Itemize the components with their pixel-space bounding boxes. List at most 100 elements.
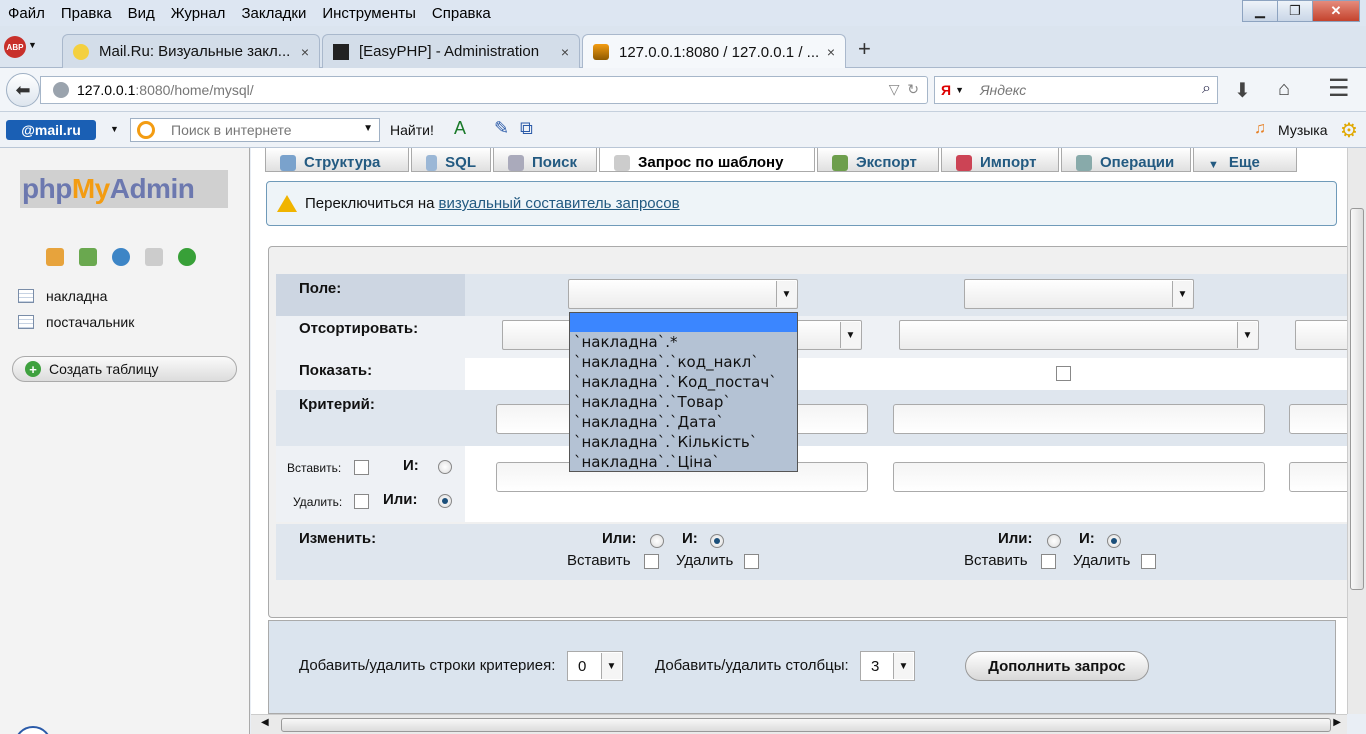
tab-import[interactable]: Импорт <box>941 148 1059 172</box>
help-icon[interactable] <box>112 248 130 266</box>
menu-history[interactable]: Журнал <box>163 5 234 22</box>
download-icon[interactable]: ⬇ <box>1234 78 1251 103</box>
menu-file[interactable]: Файл <box>0 5 53 22</box>
and-radio-col1[interactable] <box>710 534 724 548</box>
scroll-left-icon[interactable]: ◀ <box>261 717 269 728</box>
and-radio[interactable] <box>438 460 452 474</box>
insert-checkbox-col2[interactable] <box>1041 554 1056 569</box>
menu-view[interactable]: Вид <box>120 5 163 22</box>
chevron-down-icon[interactable]: ▼ <box>955 85 964 95</box>
warning-icon <box>277 195 297 212</box>
menu-edit[interactable]: Правка <box>53 5 120 22</box>
insert-checkbox-col1[interactable] <box>644 554 659 569</box>
music-link[interactable]: Музыка <box>1278 122 1328 138</box>
chevron-down-icon[interactable]: ▼ <box>363 123 373 134</box>
phpmyadmin-logo[interactable]: php My Admin <box>20 170 228 208</box>
console-icon[interactable] <box>14 726 52 734</box>
scrollbar-thumb[interactable] <box>1350 208 1364 590</box>
logo-admin: Admin <box>109 173 195 204</box>
tab-more[interactable]: ▼ Еще <box>1193 148 1297 172</box>
field-dropdown-list[interactable]: `накладна`.* `накладна`.`код_накл` `накл… <box>569 312 798 472</box>
tab-search[interactable]: Поиск <box>493 148 597 172</box>
dropdown-option[interactable]: `накладна`.`Код_постач` <box>570 372 797 392</box>
dropdown-option[interactable]: `накладна`.* <box>570 332 797 352</box>
update-query-button[interactable]: Дополнить запрос <box>965 651 1149 681</box>
close-icon[interactable]: × <box>301 44 309 60</box>
logout-icon[interactable] <box>79 248 97 266</box>
delete-checkbox[interactable] <box>354 494 369 509</box>
rows-label: Добавить/удалить строки критериея: <box>299 657 556 674</box>
dropdown-option[interactable]: `накладна`.`Ціна` <box>570 452 797 472</box>
search-icon[interactable]: ⌕ <box>1202 80 1211 98</box>
tab-structure[interactable]: Структура <box>265 148 409 172</box>
table-item-postachalnyk[interactable]: постачальник <box>18 314 134 330</box>
create-table-label: Создать таблицу <box>49 361 159 377</box>
delete-checkbox-col1[interactable] <box>744 554 759 569</box>
rows-select[interactable]: 0 ▼ <box>567 651 623 681</box>
or-radio-col2[interactable] <box>1047 534 1061 548</box>
dropdown-option[interactable]: `накладна`.`Товар` <box>570 392 797 412</box>
criteria-extra-input-2[interactable] <box>893 462 1265 492</box>
home-icon[interactable] <box>46 248 64 266</box>
tab-phpmyadmin[interactable]: 127.0.0.1:8080 / 127.0.0.1 / ... × <box>582 34 846 69</box>
gear-icon[interactable]: ⚙ <box>1340 118 1358 143</box>
web-search-input[interactable]: Поиск в интернете ▼ <box>130 118 380 142</box>
close-icon[interactable]: × <box>561 44 569 60</box>
dropdown-option[interactable]: `накладна`.`Дата` <box>570 412 797 432</box>
tab-easyphp[interactable]: [EasyPHP] - Administration × <box>322 34 580 68</box>
create-table-button[interactable]: + Создать таблицу <box>12 356 237 382</box>
minimize-icon[interactable]: ▁ <box>1242 0 1278 22</box>
sort-select-2[interactable]: ▼ <box>899 320 1259 350</box>
horizontal-scrollbar[interactable]: ◀ ▶ <box>251 714 1347 734</box>
columns-select[interactable]: 3 ▼ <box>860 651 915 681</box>
search-box[interactable]: Я ▼ Яндекс ⌕ <box>934 76 1218 104</box>
adblock-icon[interactable]: ABP <box>4 36 26 58</box>
tab-sql[interactable]: SQL <box>411 148 491 172</box>
find-button[interactable]: Найти! <box>390 122 434 138</box>
tab-mailru[interactable]: Mail.Ru: Визуальные закл... × <box>62 34 320 68</box>
chevron-down-icon[interactable]: ▼ <box>28 40 37 50</box>
close-window-icon[interactable]: ✕ <box>1312 0 1360 22</box>
scrollbar-thumb[interactable] <box>281 718 1331 732</box>
dropdown-option[interactable]: `накладна`.`Кількість` <box>570 432 797 452</box>
criteria-input-2[interactable] <box>893 404 1265 434</box>
mailru-logo[interactable]: @mail.ru <box>6 120 96 140</box>
tab-export[interactable]: Экспорт <box>817 148 939 172</box>
or-radio-col1[interactable] <box>650 534 664 548</box>
criteria-input-3[interactable] <box>1289 404 1347 434</box>
back-button[interactable]: ⬅ <box>6 73 40 107</box>
visual-builder-link[interactable]: визуальный составитель запросов <box>439 195 680 212</box>
dropdown-option[interactable]: `накладна`.`код_накл` <box>570 352 797 372</box>
scroll-right-icon[interactable]: ▶ <box>1333 717 1341 728</box>
criteria-extra-input-3[interactable] <box>1289 462 1347 492</box>
reload-icon[interactable] <box>178 248 196 266</box>
or-radio[interactable] <box>438 494 452 508</box>
chevron-down-icon[interactable]: ▼ <box>110 124 119 134</box>
field-select-1[interactable]: ▼ <box>568 279 798 309</box>
sort-select-3[interactable] <box>1295 320 1347 350</box>
menu-tools[interactable]: Инструменты <box>314 5 424 22</box>
table-item-nakladna[interactable]: накладна <box>18 288 107 304</box>
font-size-icon[interactable]: A <box>454 118 466 139</box>
delete-checkbox-col2[interactable] <box>1141 554 1156 569</box>
highlighter-icon[interactable]: ✎ <box>494 118 509 139</box>
reload-icon[interactable]: ▽ ↻ <box>889 81 919 98</box>
vertical-scrollbar[interactable] <box>1347 148 1366 714</box>
documentation-icon[interactable] <box>145 248 163 266</box>
insert-checkbox[interactable] <box>354 460 369 475</box>
close-icon[interactable]: × <box>827 44 835 60</box>
home-icon[interactable]: ⌂ <box>1278 78 1290 101</box>
dropdown-option-empty[interactable] <box>570 313 797 332</box>
show-checkbox-2[interactable] <box>1056 366 1071 381</box>
screenshot-icon[interactable]: ⧉ <box>520 118 533 139</box>
menu-help[interactable]: Справка <box>424 5 499 22</box>
maximize-icon[interactable]: ❐ <box>1277 0 1313 22</box>
menu-icon[interactable]: ☰ <box>1328 74 1350 103</box>
tab-operations[interactable]: Операции <box>1061 148 1191 172</box>
new-tab-button[interactable]: + <box>858 36 871 62</box>
address-bar[interactable]: 127.0.0.1:8080/home/mysql/ ▽ ↻ <box>40 76 928 104</box>
tab-query-by-example[interactable]: Запрос по шаблону <box>599 148 815 172</box>
and-radio-col2[interactable] <box>1107 534 1121 548</box>
menu-bookmarks[interactable]: Закладки <box>233 5 314 22</box>
field-select-2[interactable]: ▼ <box>964 279 1194 309</box>
